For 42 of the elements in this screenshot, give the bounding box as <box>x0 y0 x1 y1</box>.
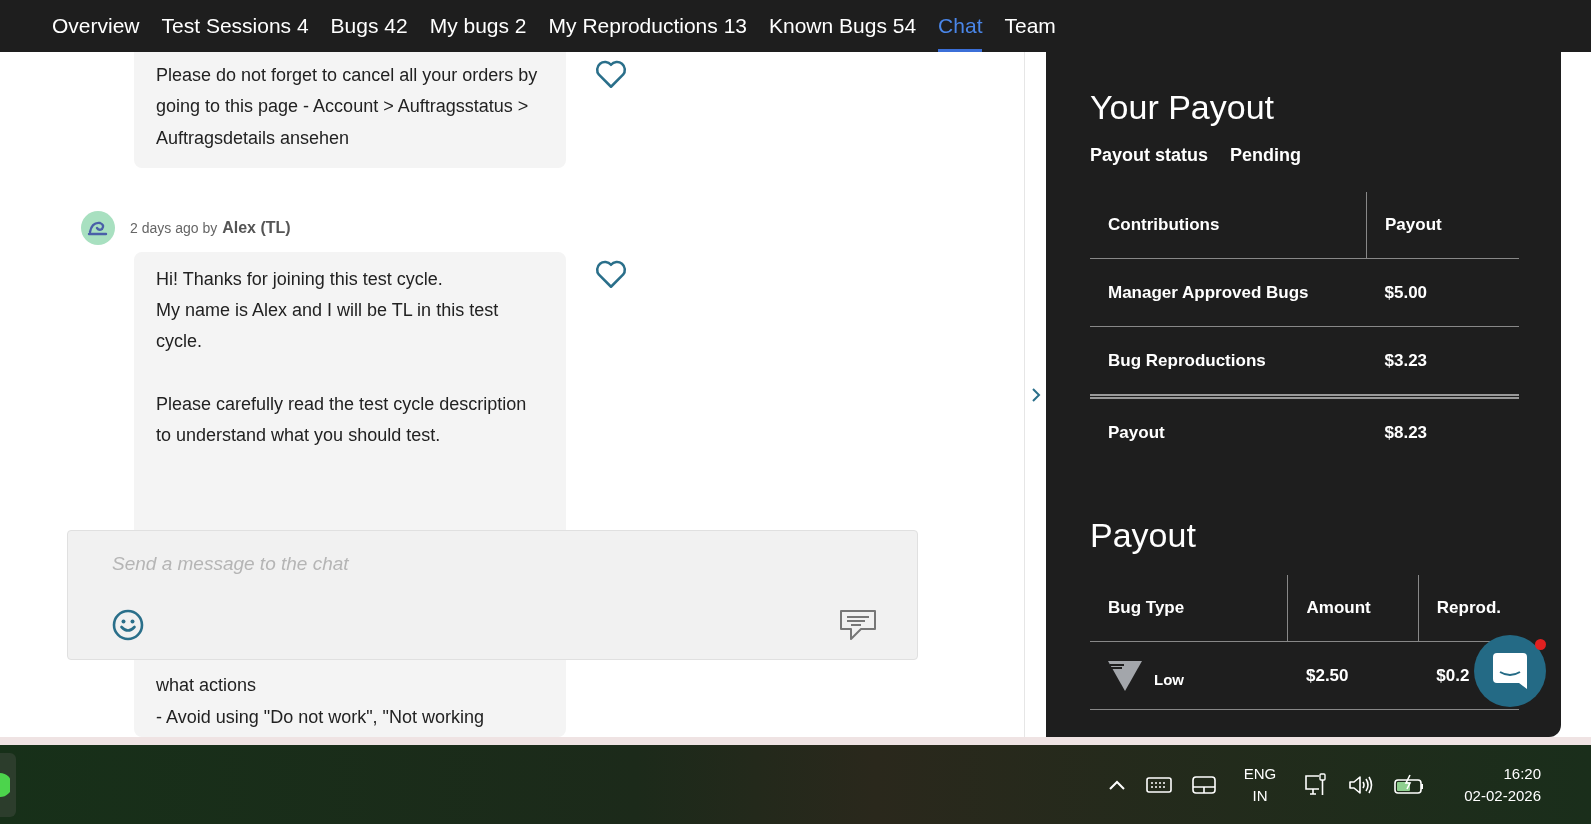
nav-tab[interactable]: Test Sessions 4 <box>161 0 309 52</box>
message-time: 2 days ago by <box>130 219 218 236</box>
table-cell: Manager Approved Bugs <box>1090 258 1367 327</box>
chevron-right-icon[interactable] <box>1030 386 1041 403</box>
status-label: Payout status <box>1090 145 1209 166</box>
avatar-icon <box>80 209 116 246</box>
nav-tab[interactable]: My Reproductions 13 <box>548 0 747 52</box>
table-cell: Bug Reproductions <box>1090 326 1367 397</box>
chat-bubble-icon <box>1493 653 1527 689</box>
message-text: Please carefully read the test cycle description to understand what you should test. <box>156 392 528 448</box>
nav-tab[interactable]: Overview <box>52 0 140 52</box>
message-composer[interactable]: Send a message to the chat <box>67 530 918 660</box>
message-text: Hi! Thanks for joining this test cycle. My name is Alex and I will be TL in this test cycle. <box>156 267 500 354</box>
status-value: Pending <box>1230 145 1302 166</box>
language-indicator[interactable]: ENG IN <box>1225 762 1295 807</box>
column-header: Bug Type <box>1090 575 1288 642</box>
section-title: Payout <box>1090 516 1197 555</box>
taskbar-clock[interactable]: 16:20 02-02-2026 <box>1464 762 1541 807</box>
table-cell: $5.00 <box>1366 258 1519 327</box>
table-cell: Payout <box>1090 396 1367 466</box>
column-header: Amount <box>1288 575 1419 642</box>
column-header: Payout <box>1366 192 1519 259</box>
emoji-icon[interactable] <box>112 609 144 641</box>
table-cell: $8.23 <box>1366 396 1519 466</box>
nav-tab[interactable]: Bugs 42 <box>330 0 408 52</box>
message-text: Please do not forget to cancel all your orders by going to this page - Account > Auftragsstatus > Auftragsdetails ansehen <box>156 64 539 150</box>
table-cell: $3.23 <box>1366 326 1519 397</box>
nav-tab[interactable]: Team <box>1004 0 1056 52</box>
column-header: Contributions <box>1090 192 1367 259</box>
app-icon <box>0 772 10 797</box>
message-input[interactable]: Send a message to the chat <box>112 553 812 575</box>
send-icon[interactable] <box>839 609 877 641</box>
taskbar-app[interactable] <box>0 752 16 817</box>
nav-tab[interactable]: Known Bugs 54 <box>769 0 917 52</box>
severity-icon <box>1108 660 1142 691</box>
heart-icon[interactable] <box>594 58 628 90</box>
table-cell: $2.50 <box>1288 641 1419 710</box>
panel-title: Your Payout <box>1090 88 1275 127</box>
message-author: Alex (TL) <box>222 218 291 237</box>
bug-type-label: Low <box>1154 671 1184 688</box>
message-text: what actions - Avoid using "Do not work", "Not working <box>156 674 485 729</box>
nav-tab[interactable]: My bugs 2 <box>429 0 527 52</box>
